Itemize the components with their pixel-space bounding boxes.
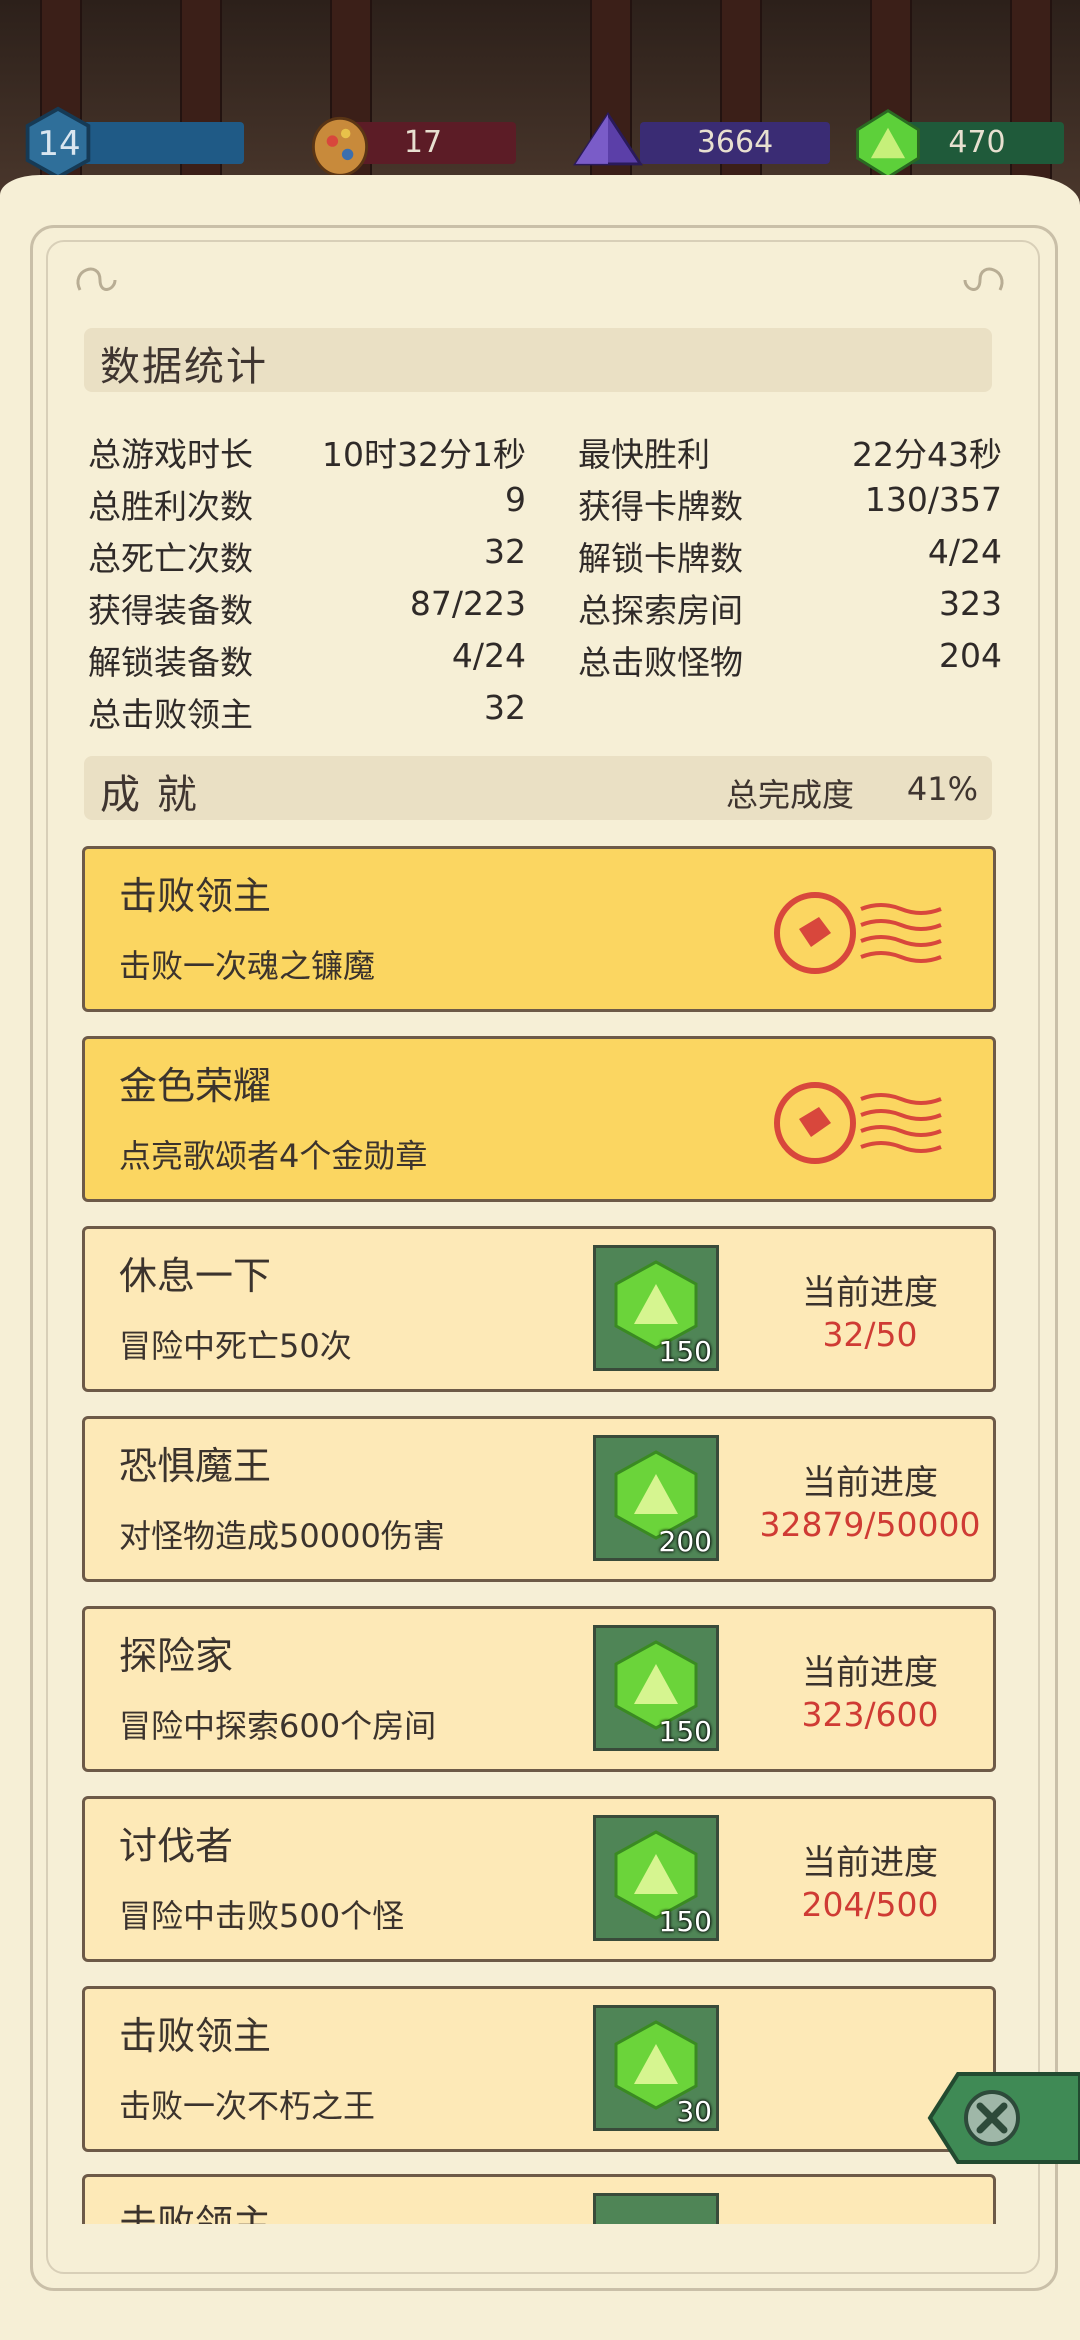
reward-count: 200 [658,1525,712,1558]
reward-gem [593,2193,719,2224]
achievement-card-clip: 击败领主 [82,2174,996,2224]
progress-label: 当前进度 [802,1843,938,1883]
achievement-desc: 点亮歌颂者4个金勋章 [119,1137,428,1175]
stat-value: 87/223 [409,584,526,623]
achievement-title: 金色荣耀 [119,1064,272,1108]
achievement-card[interactable]: 击败领主 [82,2174,996,2224]
reward-count: 150 [658,1905,712,1938]
achievement-title: 击败领主 [119,2014,272,2058]
stat-label: 获得卡牌数 [578,487,743,526]
stat-value: 4/24 [451,636,526,675]
achievement-desc: 冒险中探索600个房间 [119,1707,437,1745]
gem-value: 470 [948,125,1006,160]
achievement-desc: 击败一次魂之镰魔 [119,947,376,985]
corner-ornament-icon [963,267,1004,291]
progress-label: 当前进度 [802,1273,938,1313]
reward-gem: 150 [593,1245,719,1371]
completion-label: 总完成度 [726,776,855,814]
orb-value: 17 [403,125,443,160]
crystal-bar: 3664 [640,122,830,164]
achievement-title: 恐惧魔王 [119,1444,272,1488]
stat-label: 总游戏时长 [88,435,253,474]
stat-value: 130/357 [864,480,1002,519]
achievements-header [84,756,992,820]
rune-stone-icon [311,116,369,177]
achievement-card[interactable]: 休息一下 冒险中死亡50次 150 当前进度 32/50 [82,1226,996,1392]
stat-value: 9 [505,480,526,519]
stat-label: 总击败领主 [88,695,253,734]
stat-label: 获得装备数 [88,591,253,630]
green-gem-icon [856,109,920,179]
stats-title: 数据统计 [100,344,268,390]
achievement-desc: 冒险中死亡50次 [119,1327,352,1365]
achievement-title: 击败领主 [119,874,272,918]
stat-value: 32 [484,532,526,571]
achievement-card[interactable]: 金色荣耀 点亮歌颂者4个金勋章 [82,1036,996,1202]
stat-label: 解锁卡牌数 [578,539,743,578]
achievement-desc: 冒险中击败500个怪 [119,1897,405,1935]
stat-value: 204 [939,636,1002,675]
stat-value: 32 [484,688,526,727]
reward-count: 150 [658,1335,712,1368]
achievement-card[interactable]: 恐惧魔王 对怪物造成50000伤害 200 当前进度 32879/50000 [82,1416,996,1582]
close-button[interactable] [910,2068,1080,2168]
achievement-desc: 对怪物造成50000伤害 [119,1517,445,1555]
achievement-card[interactable]: 击败领主 击败一次魂之镰魔 [82,846,996,1012]
stat-label: 总探索房间 [578,591,743,630]
stat-label: 最快胜利 [578,435,710,474]
achievement-title: 讨伐者 [119,1824,234,1868]
reward-gem: 150 [593,1815,719,1941]
level-value: 14 [37,124,81,164]
progress-label: 当前进度 [802,1653,938,1693]
stat-value: 323 [939,584,1002,623]
progress-value: 323/600 [801,1695,939,1734]
stat-value: 10时32分1秒 [322,435,526,474]
achievement-title: 探险家 [119,1634,234,1678]
stat-value: 22分43秒 [852,435,1002,474]
completion-value: 41% [906,770,978,808]
progress-label: 当前进度 [802,1463,938,1503]
achievement-title: 休息一下 [119,1254,272,1298]
progress-value: 32/50 [822,1315,918,1354]
achievements-title: 成 就 [100,772,199,818]
reward-gem: 150 [593,1625,719,1751]
completed-stamp-icon [774,1082,942,1164]
achievement-card[interactable]: 讨伐者 冒险中击败500个怪 150 当前进度 204/500 [82,1796,996,1962]
purple-crystal-icon [573,111,643,166]
crystal-value: 3664 [696,125,774,160]
reward-gem: 200 [593,1435,719,1561]
stat-label: 总击败怪物 [578,643,743,682]
reward-count: 30 [676,2095,712,2128]
reward-gem: 30 [593,2005,719,2131]
stat-value: 4/24 [927,532,1002,571]
stat-label: 总胜利次数 [88,487,253,526]
stat-label: 总死亡次数 [88,539,253,578]
progress-value: 32879/50000 [759,1505,981,1544]
stat-label: 解锁装备数 [88,643,253,682]
corner-ornament-icon [76,267,117,291]
achievement-card[interactable]: 探险家 冒险中探索600个房间 150 当前进度 323/600 [82,1606,996,1772]
progress-value: 204/500 [801,1885,939,1924]
reward-count: 150 [658,1715,712,1748]
achievement-title: 击败领主 [119,2202,272,2224]
completed-stamp-icon [774,892,942,974]
achievement-desc: 击败一次不朽之王 [119,2087,376,2125]
achievement-card[interactable]: 击败领主 击败一次不朽之王 30 [82,1986,996,2152]
